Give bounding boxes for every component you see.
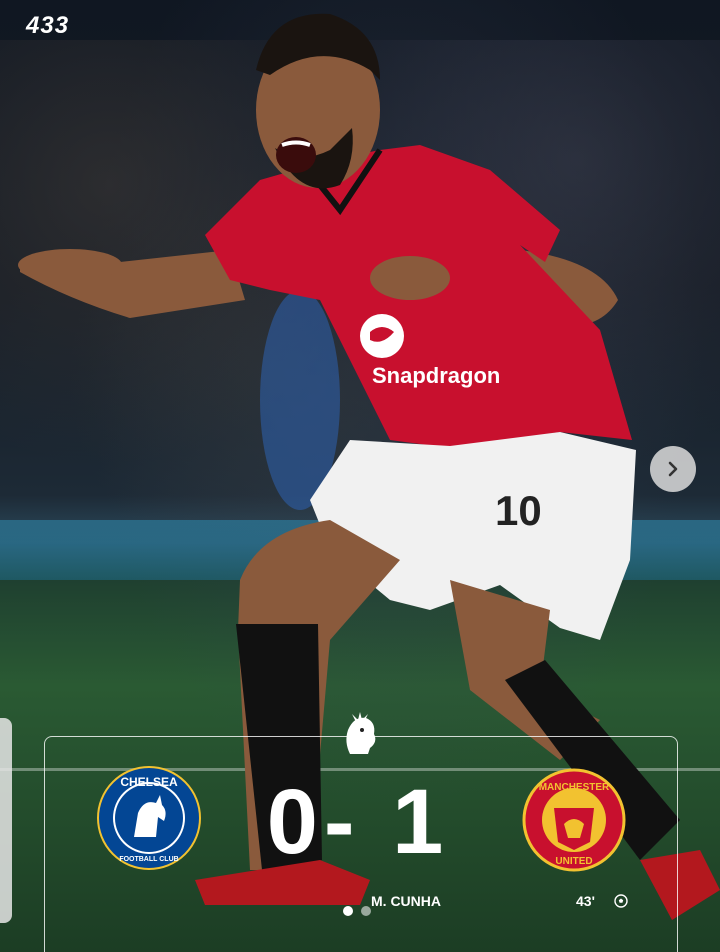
carousel-indicator [343, 906, 371, 916]
manchester-united-crest-icon: MANCHESTER UNITED [522, 768, 626, 872]
chelsea-crest-subtext: FOOTBALL CLUB [119, 856, 178, 863]
chelsea-crest-icon: CHELSEA FOOTBALL CLUB [97, 766, 201, 870]
united-crest-text-bottom: UNITED [555, 856, 592, 867]
carousel-dot-active[interactable] [343, 906, 353, 916]
carousel-dot[interactable] [361, 906, 371, 916]
instagram-post-image: Snapdragon 10 433 CHELSEA FOOTBALL CLUB … [0, 0, 720, 952]
football-icon [614, 894, 628, 908]
goal-scorer: M. CUNHA [371, 893, 441, 909]
shorts-number: 10 [495, 487, 542, 534]
carousel-next-button[interactable] [650, 446, 696, 492]
brand-logo: 433 [26, 12, 70, 39]
previous-post-peek[interactable] [0, 718, 12, 923]
match-score: 0- 1 [266, 771, 450, 873]
goal-minute: 43' [576, 893, 595, 909]
united-crest-text-top: MANCHESTER [539, 782, 610, 793]
chelsea-crest-text: CHELSEA [120, 775, 178, 789]
chevron-right-icon [668, 461, 678, 477]
premier-league-lion-icon [346, 712, 376, 754]
shirt-sponsor-text: Snapdragon [372, 363, 500, 388]
